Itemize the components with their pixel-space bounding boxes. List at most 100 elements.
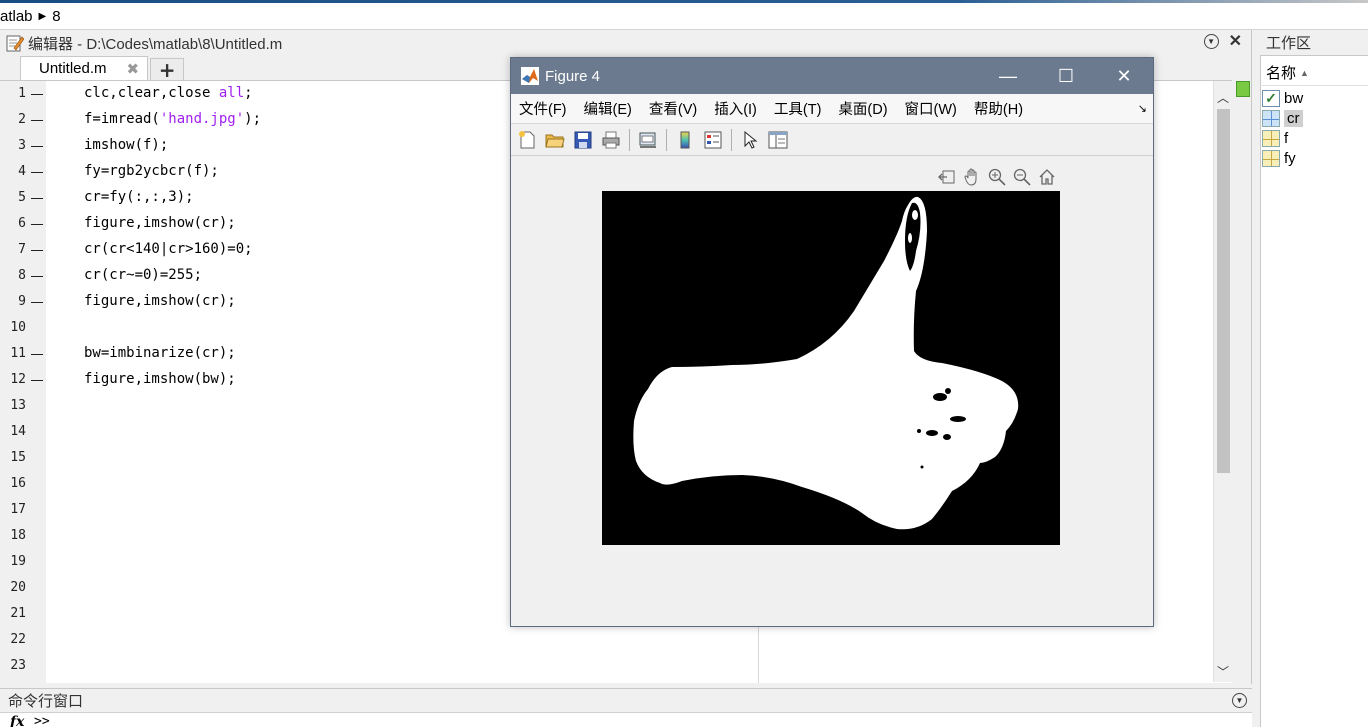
figure-title: Figure 4: [545, 67, 601, 85]
home-icon[interactable]: [1036, 166, 1057, 187]
breakpoint-marker[interactable]: [31, 276, 43, 277]
tab-close-icon[interactable]: ✖: [127, 60, 140, 78]
tab-untitled-m[interactable]: Untitled.m ✖: [20, 56, 149, 80]
line-number: 17: [10, 502, 26, 517]
matrix-grid-icon: [1262, 149, 1280, 167]
workspace-var-f[interactable]: f: [1262, 128, 1288, 148]
sort-ascending-icon: ▲: [1300, 67, 1309, 78]
workspace-var-bw[interactable]: ✓ bw: [1262, 88, 1303, 108]
menu-window[interactable]: 窗口(W): [905, 98, 957, 119]
code-line[interactable]: fy=rgb2ycbcr(f);: [84, 163, 219, 179]
menu-view[interactable]: 查看(V): [649, 98, 697, 119]
line-number: 3: [18, 138, 26, 153]
line-number: 5: [18, 190, 26, 205]
dock-figure-icon[interactable]: ↘: [1138, 102, 1147, 115]
command-window-actions-icon[interactable]: ▼: [1232, 693, 1247, 708]
breakpoint-marker[interactable]: [31, 94, 43, 95]
line-number: 15: [10, 450, 26, 465]
editor-title: 编辑器 - D:\Codes\matlab\8\Untitled.m: [28, 35, 283, 53]
code-token: figure,imshow(cr);: [84, 215, 236, 231]
zoom-out-icon[interactable]: [1011, 166, 1032, 187]
minimize-icon[interactable]: —: [979, 58, 1037, 94]
code-line[interactable]: figure,imshow(bw);: [84, 371, 236, 387]
editor-actions-menu-icon[interactable]: ▼: [1203, 34, 1219, 49]
command-window[interactable]: [0, 712, 1252, 727]
new-tab-button[interactable]: +: [150, 58, 185, 82]
print-icon[interactable]: [599, 128, 623, 152]
code-line[interactable]: imshow(f);: [84, 137, 168, 153]
code-token: );: [244, 111, 262, 127]
line-number: 12: [10, 372, 26, 387]
command-window-titlebar: 命令行窗口 ▼: [0, 688, 1252, 712]
figure-titlebar[interactable]: Figure 4 — ☐ ✕: [511, 58, 1153, 94]
link-plot-icon[interactable]: [636, 128, 660, 152]
line-number: 2: [18, 112, 26, 127]
property-inspector-icon[interactable]: [766, 128, 790, 152]
binary-hand-image[interactable]: [602, 191, 1060, 545]
editor-pencil-icon: [6, 35, 24, 52]
colorbar-icon[interactable]: [673, 128, 697, 152]
line-number: 13: [10, 398, 26, 413]
line-number: 18: [10, 528, 26, 543]
export-icon[interactable]: [936, 166, 957, 187]
var-name: cr: [1284, 109, 1303, 127]
code-line[interactable]: f=imread('hand.jpg');: [84, 111, 261, 127]
toolbar-separator: [731, 129, 732, 151]
workspace-var-fy[interactable]: fy: [1262, 148, 1296, 168]
axes-toolbar: [936, 166, 1057, 187]
breakpoint-marker[interactable]: [31, 224, 43, 225]
new-figure-icon[interactable]: [515, 128, 539, 152]
select-pointer-icon[interactable]: [738, 128, 762, 152]
code-line[interactable]: cr(cr~=0)=255;: [84, 267, 202, 283]
workspace-column-header[interactable]: 名称 ▲: [1260, 60, 1368, 86]
workspace-title: 工作区: [1266, 35, 1312, 52]
code-line[interactable]: cr(cr<140|cr>160)=0;: [84, 241, 253, 257]
toolbar-separator: [666, 129, 667, 151]
breakpoint-marker[interactable]: [31, 172, 43, 173]
menu-insert[interactable]: 插入(I): [714, 98, 757, 119]
code-line[interactable]: bw=imbinarize(cr);: [84, 345, 236, 361]
code-line[interactable]: figure,imshow(cr);: [84, 215, 236, 231]
address-breadcrumb[interactable]: atlab ▶ 8: [0, 3, 1368, 30]
code-token: clc,clear,close: [84, 85, 219, 101]
code-line[interactable]: cr=fy(:,:,3);: [84, 189, 194, 205]
editor-tabs: Untitled.m ✖ +: [20, 56, 185, 82]
breakpoint-marker[interactable]: [31, 250, 43, 251]
open-file-icon[interactable]: [543, 128, 567, 152]
code-line[interactable]: figure,imshow(cr);: [84, 293, 236, 309]
editor-vertical-scrollbar[interactable]: ︿ ﹀: [1213, 81, 1232, 682]
code-string-token: all: [218, 85, 245, 101]
editor-close-icon[interactable]: ✕: [1229, 33, 1242, 49]
matlab-logo-icon: [521, 67, 539, 85]
breakpoint-marker[interactable]: [31, 146, 43, 147]
code-line[interactable]: clc,clear,close all;: [84, 85, 253, 101]
close-icon[interactable]: ✕: [1095, 58, 1153, 94]
breakpoint-marker[interactable]: [31, 354, 43, 355]
menu-edit[interactable]: 编辑(E): [584, 98, 632, 119]
menu-help[interactable]: 帮助(H): [974, 98, 1023, 119]
scroll-up-icon[interactable]: ︿: [1217, 89, 1229, 106]
breadcrumb-folder-matlab[interactable]: atlab: [0, 8, 33, 25]
column-name-label: 名称: [1266, 65, 1297, 82]
scrollbar-thumb[interactable]: [1217, 109, 1230, 473]
breakpoint-marker[interactable]: [31, 302, 43, 303]
pan-icon[interactable]: [961, 166, 982, 187]
breakpoint-marker[interactable]: [31, 380, 43, 381]
zoom-in-icon[interactable]: [986, 166, 1007, 187]
save-icon[interactable]: [571, 128, 595, 152]
legend-icon[interactable]: [701, 128, 725, 152]
breakpoint-marker[interactable]: [31, 198, 43, 199]
breakpoint-marker[interactable]: [31, 120, 43, 121]
menu-desktop[interactable]: 桌面(D): [838, 98, 887, 119]
maximize-icon[interactable]: ☐: [1037, 58, 1095, 94]
breadcrumb-folder-8[interactable]: 8: [52, 8, 60, 25]
menu-file[interactable]: 文件(F): [519, 98, 567, 119]
scroll-down-icon[interactable]: ﹀: [1217, 663, 1229, 680]
code-analyzer-status-icon[interactable]: [1236, 81, 1250, 97]
code-token: imshow(f);: [84, 137, 169, 153]
function-browser-icon[interactable]: fx: [10, 714, 24, 727]
workspace-var-cr[interactable]: cr: [1262, 108, 1303, 128]
menu-tools[interactable]: 工具(T): [774, 98, 822, 119]
matrix-grid-icon: [1262, 109, 1280, 127]
matrix-grid-icon: [1262, 129, 1280, 147]
